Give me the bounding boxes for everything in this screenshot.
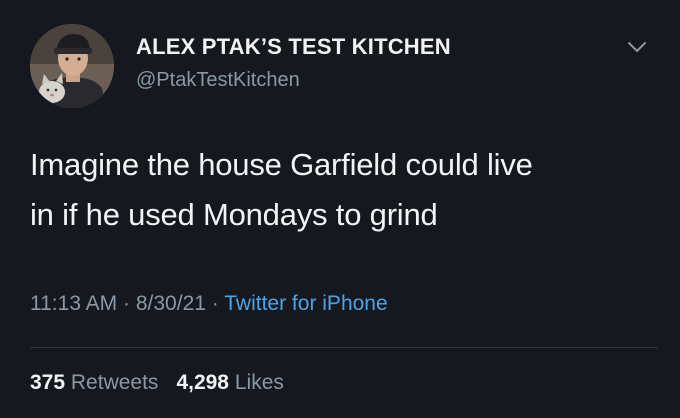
avatar-image — [30, 24, 114, 108]
tweet-source-link[interactable]: Twitter for iPhone — [224, 292, 387, 315]
tweet-stats: 375 Retweets 4,298 Likes — [30, 371, 284, 395]
display-name[interactable]: ALEX PTAK’S TEST KITCHEN — [136, 34, 451, 60]
likes-count: 4,298 — [176, 371, 229, 394]
retweets-count: 375 — [30, 371, 66, 394]
tweet-card: ALEX PTAK’S TEST KITCHEN @PtakTestKitche… — [0, 0, 680, 418]
tweet-text-line: in if he used Mondays to grind — [30, 197, 438, 232]
tweet-text-line: Imagine the house Garfield could live — [30, 147, 533, 182]
meta-separator: · — [211, 292, 219, 315]
divider — [30, 347, 658, 348]
tweet-text: Imagine the house Garfield could live in… — [30, 140, 660, 240]
user-handle[interactable]: @PtakTestKitchen — [136, 69, 300, 92]
tweet-date[interactable]: 8/30/21 — [136, 292, 206, 315]
tweet-time[interactable]: 11:13 AM — [30, 292, 117, 315]
retweets-stat[interactable]: 375 Retweets — [30, 371, 158, 394]
tweet-meta: 11:13 AM · 8/30/21 · Twitter for iPhone — [30, 292, 388, 316]
meta-separator: · — [123, 292, 131, 315]
retweets-label: Retweets — [70, 371, 159, 394]
avatar[interactable] — [30, 24, 114, 108]
likes-stat[interactable]: 4,298 Likes — [176, 371, 283, 394]
chevron-down-icon[interactable] — [626, 40, 648, 54]
likes-label: Likes — [234, 371, 284, 394]
